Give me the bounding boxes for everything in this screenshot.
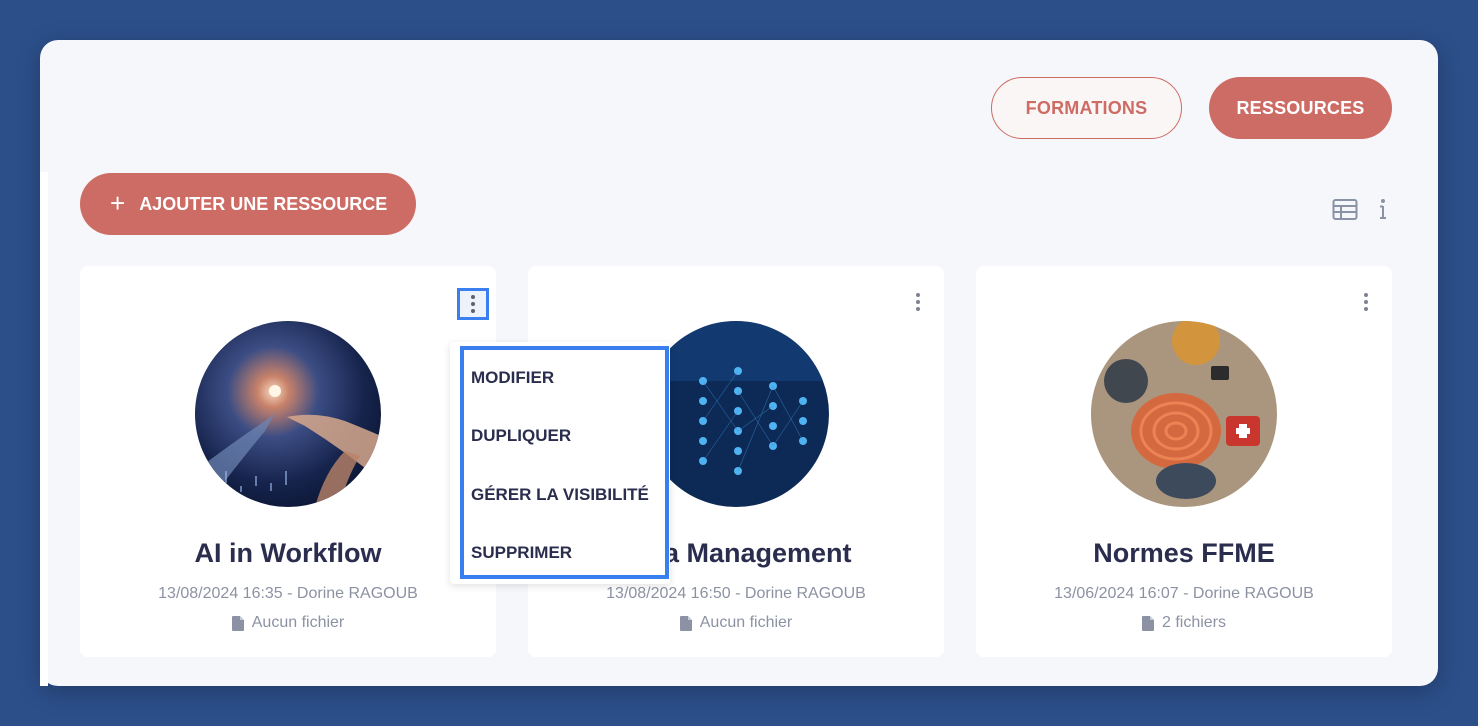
- resource-files: 2 fichiers: [976, 614, 1392, 632]
- resource-files-label: 2 fichiers: [1161, 614, 1227, 631]
- file-icon: [231, 615, 244, 631]
- table-view-icon[interactable]: [1332, 198, 1358, 222]
- resource-files-label: Aucun fichier: [699, 614, 793, 631]
- more-options-icon[interactable]: [910, 288, 926, 316]
- resource-meta: 13/08/2024 16:35 - Dorine RAGOUB: [158, 585, 418, 602]
- resource-meta: 13/08/2024 16:50 - Dorine RAGOUB: [606, 585, 866, 602]
- menu-item-dupliquer[interactable]: DUPLIQUER: [471, 426, 571, 446]
- resource-meta: 13/06/2024 16:07 - Dorine RAGOUB: [1054, 585, 1314, 602]
- menu-item-gerer-visibilite[interactable]: GÉRER LA VISIBILITÉ: [471, 485, 649, 505]
- resource-files: Aucun fichier: [80, 614, 496, 632]
- more-options-icon[interactable]: [457, 288, 489, 320]
- resource-thumbnail: [1091, 321, 1277, 507]
- resource-card[interactable]: AI in Workflow 13/08/2024 16:35 - Dorine…: [80, 266, 496, 657]
- resource-title: Normes FFME: [1093, 538, 1275, 568]
- menu-item-modifier[interactable]: MODIFIER: [471, 368, 554, 388]
- resource-card[interactable]: Normes FFME 13/06/2024 16:07 - Dorine RA…: [976, 266, 1392, 657]
- info-icon[interactable]: [1377, 197, 1389, 221]
- panel-edge: [40, 172, 48, 686]
- resource-thumbnail: [643, 321, 829, 507]
- resource-thumbnail: [195, 321, 381, 507]
- tab-ressources[interactable]: RESSOURCES: [1209, 77, 1392, 139]
- resource-title: AI in Workflow: [194, 538, 382, 568]
- context-menu: MODIFIER DUPLIQUER GÉRER LA VISIBILITÉ S…: [450, 342, 670, 584]
- file-icon: [679, 615, 692, 631]
- tab-formations[interactable]: FORMATIONS: [991, 77, 1182, 139]
- resource-files: Aucun fichier: [528, 614, 944, 632]
- file-icon: [1141, 615, 1154, 631]
- add-resource-label: AJOUTER UNE RESSOURCE: [139, 193, 388, 214]
- resource-files-label: Aucun fichier: [251, 614, 345, 631]
- add-resource-button[interactable]: + AJOUTER UNE RESSOURCE: [80, 173, 416, 235]
- plus-icon: +: [110, 187, 126, 218]
- menu-item-supprimer[interactable]: SUPPRIMER: [471, 543, 572, 563]
- more-options-icon[interactable]: [1358, 288, 1374, 316]
